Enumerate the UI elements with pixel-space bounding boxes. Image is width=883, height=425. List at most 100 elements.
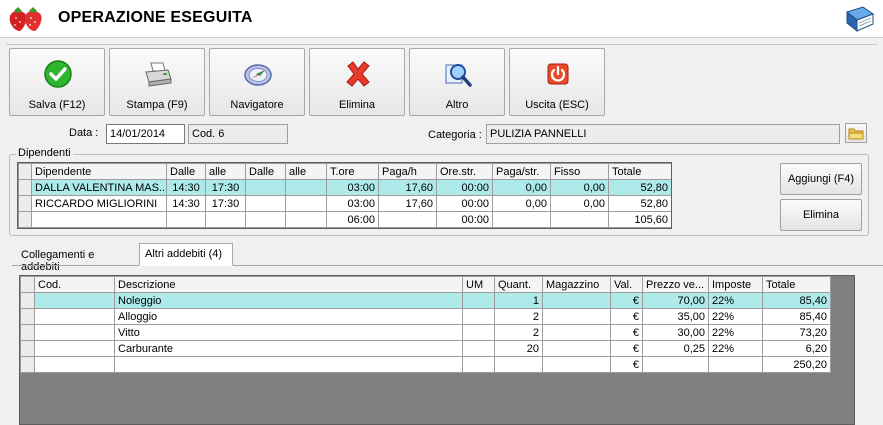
exit-button[interactable]: Uscita (ESC) (509, 48, 605, 116)
table-cell[interactable]: € (610, 324, 643, 341)
column-header[interactable]: Val. (610, 276, 643, 293)
table-cell[interactable]: Carburante (114, 340, 463, 357)
column-header[interactable]: Fisso (550, 163, 609, 180)
tab-altri-addebiti[interactable]: Altri addebiti (4) (139, 243, 233, 266)
table-cell[interactable]: 35,00 (642, 308, 709, 325)
column-header[interactable]: alle (285, 163, 327, 180)
table-cell[interactable]: 2 (494, 324, 543, 341)
table-cell[interactable]: 17,60 (378, 179, 437, 196)
table-cell[interactable] (542, 324, 611, 341)
table-cell[interactable]: 22% (708, 308, 763, 325)
column-header[interactable]: Descrizione (114, 276, 463, 293)
table-cell[interactable] (462, 292, 495, 309)
column-header[interactable]: Dipendente (31, 163, 167, 180)
table-cell[interactable]: 85,40 (762, 292, 831, 309)
table-cell[interactable]: 85,40 (762, 308, 831, 325)
table-cell[interactable]: 6,20 (762, 340, 831, 357)
table-cell[interactable]: 22% (708, 292, 763, 309)
column-header[interactable]: Dalle (245, 163, 286, 180)
column-header[interactable]: Magazzino (542, 276, 611, 293)
table-cell[interactable]: Noleggio (114, 292, 463, 309)
column-header[interactable]: Totale (608, 163, 671, 180)
table-cell[interactable] (285, 195, 327, 212)
table-cell[interactable]: € (610, 292, 643, 309)
table-cell[interactable]: 22% (708, 324, 763, 341)
remove-employee-button[interactable]: Elimina (780, 199, 862, 231)
table-cell[interactable] (462, 340, 495, 357)
table-row[interactable]: RICCARDO MIGLIORINI 14:30 17:30 03:00 17… (18, 195, 671, 212)
table-row[interactable]: Vitto 2 € 30,00 22% 73,20 (20, 324, 831, 341)
table-row[interactable]: Noleggio 1 € 70,00 22% 85,40 (20, 292, 831, 309)
table-cell[interactable]: 52,80 (608, 179, 671, 196)
charges-grid[interactable]: Cod. Descrizione UM Quant. Magazzino Val… (19, 275, 855, 425)
table-cell[interactable] (34, 308, 115, 325)
column-header[interactable]: alle (205, 163, 246, 180)
table-cell[interactable]: 73,20 (762, 324, 831, 341)
table-cell[interactable]: 0,00 (492, 179, 551, 196)
table-cell[interactable]: 0,00 (492, 195, 551, 212)
tab-collegamenti[interactable]: Collegamenti e addebiti (16, 245, 139, 273)
table-row[interactable]: DALLA VALENTINA MAS... 14:30 17:30 03:00… (18, 179, 671, 196)
table-cell[interactable]: 00:00 (436, 195, 493, 212)
table-cell[interactable]: 17:30 (205, 195, 246, 212)
table-row[interactable]: Carburante 20 € 0,25 22% 6,20 (20, 340, 831, 357)
date-field[interactable]: 14/01/2014 (106, 124, 185, 144)
table-cell[interactable] (542, 292, 611, 309)
table-cell[interactable]: Vitto (114, 324, 463, 341)
row-indicator-header (18, 163, 32, 180)
column-header[interactable]: Cod. (34, 276, 115, 293)
column-header[interactable]: Ore.str. (436, 163, 493, 180)
column-header[interactable]: Quant. (494, 276, 543, 293)
column-header[interactable]: Paga/h (378, 163, 437, 180)
table-cell[interactable]: 03:00 (326, 179, 379, 196)
employees-grid[interactable]: Dipendente Dalle alle Dalle alle T.ore P… (17, 162, 672, 229)
table-cell[interactable]: € (610, 340, 643, 357)
column-header[interactable]: Totale (762, 276, 831, 293)
column-header[interactable]: Dalle (166, 163, 206, 180)
table-cell[interactable] (245, 179, 286, 196)
table-cell[interactable] (542, 340, 611, 357)
delete-button[interactable]: Elimina (309, 48, 405, 116)
table-row[interactable]: Alloggio 2 € 35,00 22% 85,40 (20, 308, 831, 325)
table-cell[interactable]: 22% (708, 340, 763, 357)
table-cell[interactable]: 30,00 (642, 324, 709, 341)
table-cell[interactable]: RICCARDO MIGLIORINI (31, 195, 167, 212)
table-cell[interactable] (34, 292, 115, 309)
table-cell[interactable] (542, 308, 611, 325)
column-header[interactable]: Imposte (708, 276, 763, 293)
table-cell[interactable] (34, 324, 115, 341)
table-cell[interactable]: 14:30 (166, 195, 206, 212)
column-header[interactable]: T.ore (326, 163, 379, 180)
table-cell[interactable]: DALLA VALENTINA MAS... (31, 179, 167, 196)
table-cell[interactable] (34, 340, 115, 357)
table-cell[interactable]: 03:00 (326, 195, 379, 212)
table-cell[interactable]: 17:30 (205, 179, 246, 196)
category-browse-button[interactable] (845, 123, 867, 143)
table-cell[interactable] (245, 195, 286, 212)
add-employee-button[interactable]: Aggiungi (F4) (780, 163, 862, 195)
table-cell[interactable] (285, 179, 327, 196)
save-button[interactable]: Salva (F12) (9, 48, 105, 116)
table-cell[interactable]: 0,00 (550, 179, 609, 196)
column-header[interactable]: UM (462, 276, 495, 293)
table-cell[interactable]: 14:30 (166, 179, 206, 196)
table-cell[interactable]: € (610, 308, 643, 325)
table-cell[interactable]: Alloggio (114, 308, 463, 325)
table-cell (205, 211, 246, 228)
table-cell[interactable] (462, 324, 495, 341)
column-header[interactable]: Prezzo ve... (642, 276, 709, 293)
print-button[interactable]: Stampa (F9) (109, 48, 205, 116)
navigator-button[interactable]: Navigatore (209, 48, 305, 116)
table-cell[interactable]: 0,00 (550, 195, 609, 212)
table-cell[interactable] (462, 308, 495, 325)
table-cell[interactable]: 00:00 (436, 179, 493, 196)
table-cell[interactable]: 20 (494, 340, 543, 357)
table-cell[interactable]: 1 (494, 292, 543, 309)
table-cell[interactable]: 52,80 (608, 195, 671, 212)
table-cell[interactable]: 17,60 (378, 195, 437, 212)
table-cell[interactable]: 70,00 (642, 292, 709, 309)
other-button[interactable]: Altro (409, 48, 505, 116)
table-cell[interactable]: 0,25 (642, 340, 709, 357)
table-cell[interactable]: 2 (494, 308, 543, 325)
column-header[interactable]: Paga/str. (492, 163, 551, 180)
